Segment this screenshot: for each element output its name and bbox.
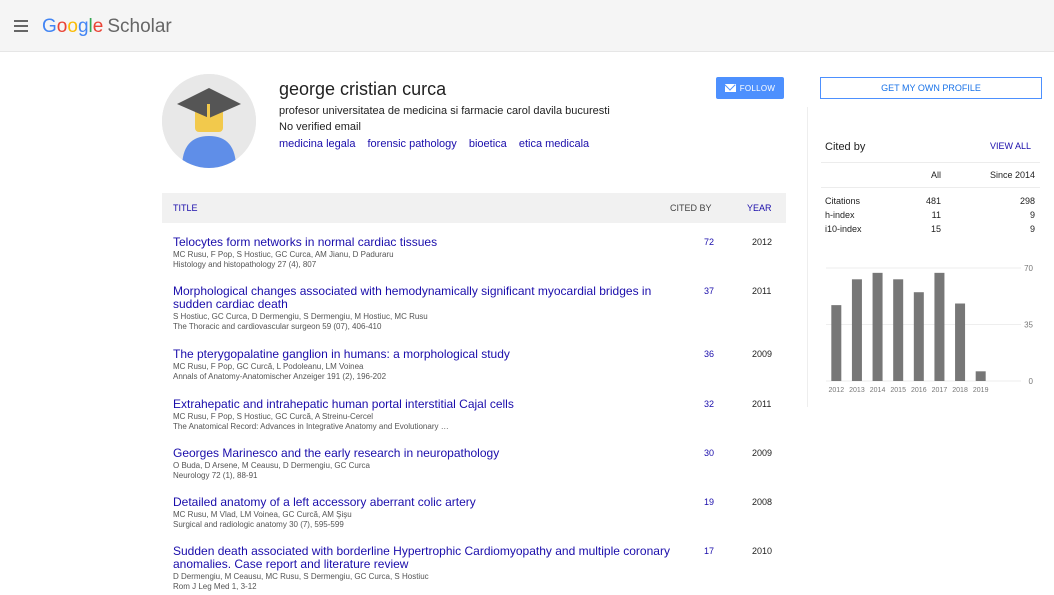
x-tick-label: 2015 [890,387,906,394]
article-title-link[interactable]: Telocytes form networks in normal cardia… [173,236,673,249]
article-title-link[interactable]: Detailed anatomy of a left accessory abe… [173,496,673,509]
article-year: 2009 [752,349,773,359]
logo-letter: g [77,16,89,37]
chart-bar[interactable] [913,292,924,381]
chart-bar[interactable] [893,279,904,381]
logo-letter: e [92,16,104,37]
article-title-link[interactable]: Morphological changes associated with he… [173,285,673,311]
metric-since: 298 [1019,196,1035,206]
x-tick-label: 2019 [973,387,989,394]
article-venue: Rom J Leg Med 1, 3-12 [173,582,257,591]
metric-since: 9 [1029,210,1035,220]
cited-by-count-link[interactable]: 17 [704,546,714,556]
get-my-own-profile-button[interactable]: GET MY OWN PROFILE [820,77,1042,99]
column-header-since: Since 2014 [989,170,1035,180]
article-year: 2011 [752,399,772,409]
cited-by-count-link[interactable]: 72 [704,237,714,247]
mail-icon [724,84,736,92]
article-venue: Histology and histopathology 27 (4), 807 [173,260,317,269]
x-tick-label: 2013 [849,387,865,394]
article-venue: Surgical and radiologic anatomy 30 (7), … [173,520,344,529]
x-tick-label: 2018 [952,387,968,394]
chart-bar[interactable] [934,272,945,381]
article-authors: MC Rusu, F Pop, S Hostiuc, GC Curcă, A S… [173,412,374,421]
article-authors: MC Rusu, F Pop, S Hostiuc, GC Curca, AM … [173,250,394,259]
column-header-all: All [930,170,941,180]
citations-per-year-chart: 70 35 0 2012 2013 2014 2015 2016 2017 2018 2019 [826,264,1034,394]
metric-label: h-index [825,210,855,220]
x-tick-label: 2017 [932,387,948,394]
x-tick-label: 2016 [911,387,927,394]
metric-label: i10-index [825,224,862,234]
article-venue: Annals of Anatomy-Anatomischer Anzeiger … [173,372,387,381]
title-column-header[interactable]: TITLE [173,203,198,213]
interest-link[interactable]: medicina legala [279,138,355,150]
interest-link[interactable]: bioetica [469,138,507,150]
chart-bar[interactable] [831,305,842,381]
top-bar: Google Scholar [0,0,1054,52]
chart-bar[interactable] [975,371,986,381]
table-header: TITLE CITED BY YEAR [162,193,786,223]
article-year: 2012 [752,237,773,247]
cited-by-count-link[interactable]: 32 [704,399,714,409]
logo-letter: G [42,16,57,37]
divider [821,162,1040,163]
metric-all: 15 [930,224,941,234]
google-scholar-logo[interactable]: Google Scholar [42,16,172,38]
cited-by-count-link[interactable]: 19 [704,497,714,507]
y-tick-label: 70 [1024,264,1033,273]
y-tick-label: 0 [1029,377,1034,386]
x-tick-label: 2012 [829,387,845,394]
profile-affiliation: profesor universitatea de medicina si fa… [279,105,610,117]
metric-label: Citations [825,196,861,206]
article-title-link[interactable]: Sudden death associated with borderline … [173,545,673,571]
metric-all: 11 [931,210,941,220]
view-all-link[interactable]: VIEW ALL [990,141,1031,151]
interests-list: medicina legala forensic pathology bioet… [279,138,598,150]
year-column-header[interactable]: YEAR [747,203,772,213]
hamburger-menu-icon[interactable] [14,20,28,32]
profile-email: No verified email [279,121,361,133]
profile-name: george cristian curca [279,79,447,99]
article-title-link[interactable]: Extrahepatic and intrahepatic human port… [173,398,673,411]
chart-bar[interactable] [872,272,883,381]
interest-link[interactable]: forensic pathology [368,138,457,150]
article-year: 2008 [752,497,773,507]
cited-by-column-header[interactable]: CITED BY [670,203,712,213]
article-venue: Neurology 72 (1), 88-91 [173,471,258,480]
x-tick-label: 2014 [870,387,886,394]
cited-by-title: Cited by [825,141,866,153]
cited-by-count-link[interactable]: 30 [704,448,714,458]
follow-button[interactable]: FOLLOW [716,77,784,99]
article-authors: D Dermengiu, M Ceausu, MC Rusu, S Dermen… [173,572,429,581]
article-venue: The Anatomical Record: Advances in Integ… [173,422,449,431]
article-year: 2009 [752,448,773,458]
metric-all: 481 [925,196,941,206]
cited-by-count-link[interactable]: 36 [704,349,714,359]
article-authors: O Buda, D Arsene, M Ceausu, D Dermengiu,… [173,461,370,470]
chart-bar[interactable] [851,279,862,381]
chart-bar[interactable] [955,303,966,381]
interest-link[interactable]: etica medicala [519,138,589,150]
logo-product-name: Scholar [107,16,172,37]
cited-by-count-link[interactable]: 37 [704,286,714,296]
follow-label: FOLLOW [739,83,776,93]
article-venue: The Thoracic and cardiovascular surgeon … [173,322,382,331]
y-tick-label: 35 [1024,321,1033,330]
article-title-link[interactable]: Georges Marinesco and the early research… [173,447,673,460]
metric-since: 9 [1029,224,1035,234]
column-divider [807,107,808,407]
logo-letter: o [56,16,68,37]
graduate-avatar-icon [162,74,256,168]
logo-letter: o [67,16,78,37]
article-year: 2010 [752,546,773,556]
divider [821,187,1040,188]
article-authors: MC Rusu, F Pop, GC Curcă, L Podoleanu, L… [173,362,364,371]
article-year: 2011 [752,286,772,296]
article-authors: S Hostiuc, GC Curca, D Dermengiu, S Derm… [173,312,428,321]
article-authors: MC Rusu, M Vlad, LM Voinea, GC Curcă, AM… [173,510,352,519]
article-title-link[interactable]: The pterygopalatine ganglion in humans: … [173,348,673,361]
avatar [162,74,256,168]
